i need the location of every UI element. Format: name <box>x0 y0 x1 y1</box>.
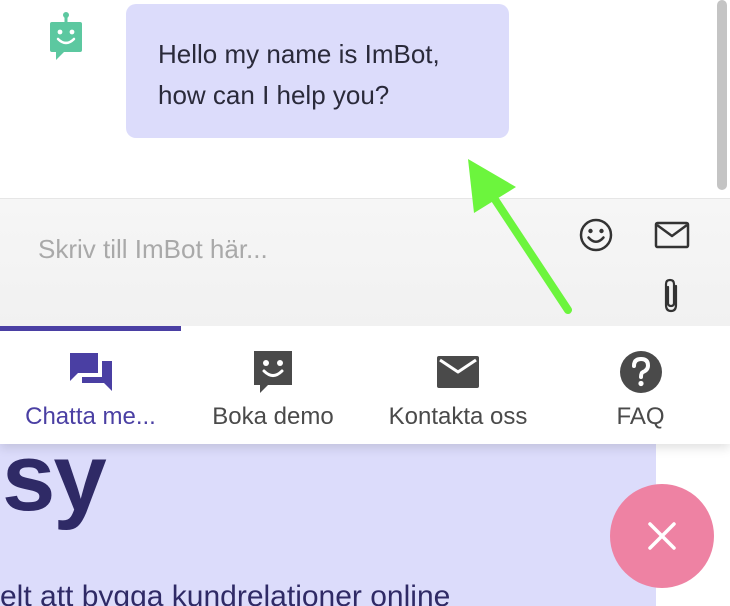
chat-widget: Hello my name is ImBot, how can I help y… <box>0 0 730 444</box>
scrollbar[interactable] <box>714 0 730 198</box>
tab-label: FAQ <box>616 403 665 430</box>
close-button[interactable] <box>610 484 714 588</box>
tab-faq[interactable]: FAQ <box>551 326 730 444</box>
tab-book-demo[interactable]: Boka demo <box>181 326 365 444</box>
bot-message-bubble: Hello my name is ImBot, how can I help y… <box>126 4 509 138</box>
robot-icon <box>48 12 84 62</box>
tab-chat[interactable]: Chatta me... <box>0 326 181 444</box>
hero-subtitle: elt att bygga kundrelationer online <box>0 580 451 606</box>
tab-label: Boka demo <box>212 403 334 430</box>
tab-label: Chatta me... <box>25 403 156 430</box>
close-icon <box>648 522 676 550</box>
smiley-bubble-icon <box>249 348 297 396</box>
bot-message-line: Hello my name is ImBot, <box>158 39 440 69</box>
scrollbar-thumb[interactable] <box>717 0 727 190</box>
envelope-icon[interactable] <box>652 215 692 255</box>
question-circle-icon <box>617 348 665 396</box>
envelope-icon <box>434 348 482 396</box>
message-input[interactable] <box>36 229 536 269</box>
message-composer <box>0 198 730 326</box>
tab-contact[interactable]: Kontakta oss <box>365 326 551 444</box>
bot-message-line: how can I help you? <box>158 80 390 110</box>
smiley-icon[interactable] <box>576 215 616 255</box>
chat-bubbles-icon <box>67 348 115 396</box>
tab-label: Kontakta oss <box>388 403 528 430</box>
paperclip-icon[interactable] <box>654 276 690 316</box>
message-area: Hello my name is ImBot, how can I help y… <box>0 0 730 198</box>
tab-bar: Chatta me... Boka demo Kontakta oss FAQ <box>0 326 730 444</box>
hero-section: sy elt att bygga kundrelationer online <box>0 420 656 606</box>
